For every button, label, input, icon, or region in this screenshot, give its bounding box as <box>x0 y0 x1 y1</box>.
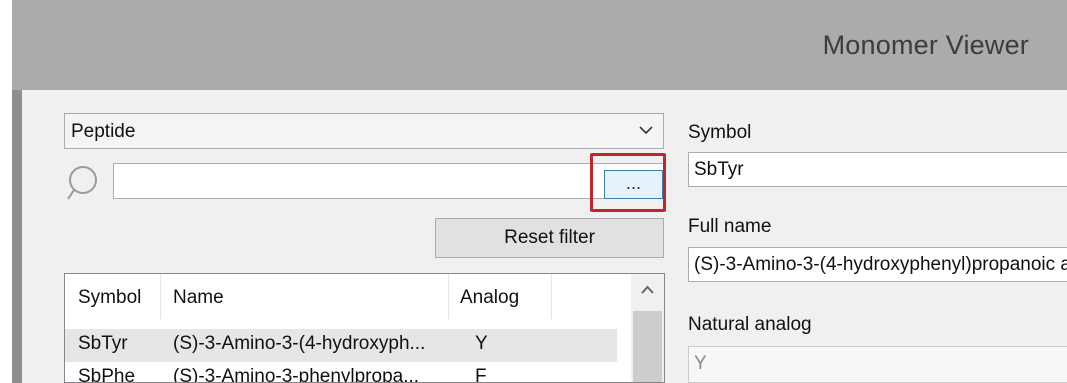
row-name: (S)-3-Amino-3-(4-hydroxyph... <box>173 333 426 354</box>
title-bar[interactable]: Monomer Viewer <box>12 0 1067 90</box>
full-name-label: Full name <box>688 216 772 237</box>
row-name: (S)-3-Amino-3-phenylpropa... <box>173 366 420 383</box>
column-divider <box>160 274 161 319</box>
full-name-field-value: (S)-3-Amino-3-(4-hydroxyphenyl)propanoic… <box>694 254 1067 275</box>
symbol-field[interactable]: SbTyr <box>688 152 1067 187</box>
search-input[interactable] <box>113 163 665 199</box>
monomer-list[interactable]: Symbol Name Analog SbTyr (S)-3-Amino-3-(… <box>64 273 665 383</box>
scrollbar-thumb[interactable] <box>633 311 662 382</box>
row-analog: Y <box>475 333 488 354</box>
highlight-annotation <box>590 153 666 212</box>
window-title: Monomer Viewer <box>822 30 1029 60</box>
row-analog: F <box>475 366 487 383</box>
column-header-name[interactable]: Name <box>173 287 224 317</box>
search-icon <box>67 166 97 200</box>
column-divider <box>551 274 552 319</box>
reset-filter-button[interactable]: Reset filter <box>435 218 664 258</box>
natural-analog-field-value: Y <box>694 353 707 374</box>
polymer-type-dropdown[interactable]: Peptide <box>64 113 664 149</box>
column-header-analog[interactable]: Analog <box>460 287 519 317</box>
table-row[interactable]: SbTyr (S)-3-Amino-3-(4-hydroxyph... Y <box>65 329 617 362</box>
scroll-up-icon[interactable] <box>631 274 664 307</box>
vertical-scrollbar[interactable] <box>631 274 664 382</box>
symbol-field-value: SbTyr <box>694 159 744 180</box>
full-name-field[interactable]: (S)-3-Amino-3-(4-hydroxyphenyl)propanoic… <box>688 247 1067 282</box>
column-divider <box>448 274 449 319</box>
table-row[interactable]: SbPhe (S)-3-Amino-3-phenylpropa... F <box>65 362 617 383</box>
row-symbol: SbPhe <box>78 366 136 383</box>
row-symbol: SbTyr <box>78 333 128 354</box>
chevron-down-icon <box>639 126 653 135</box>
natural-analog-label: Natural analog <box>688 314 812 335</box>
natural-analog-field: Y <box>688 346 1067 383</box>
list-header: Symbol Name Analog <box>65 274 635 319</box>
symbol-label: Symbol <box>688 122 752 143</box>
column-header-symbol[interactable]: Symbol <box>78 287 141 317</box>
polymer-type-value: Peptide <box>71 121 136 142</box>
